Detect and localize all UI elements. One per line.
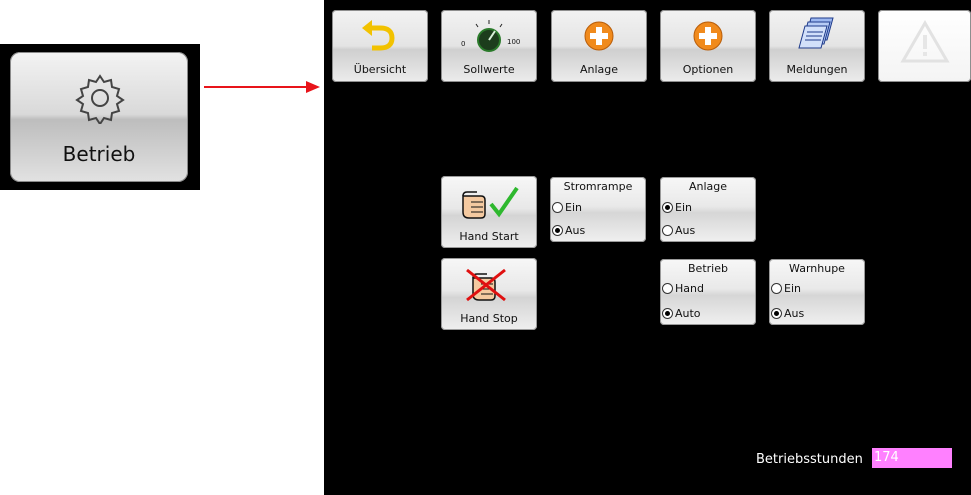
radio-on-icon[interactable] [771, 307, 782, 319]
option-label: Aus [675, 223, 696, 237]
betrieb-panel: Betrieb Hand Auto [660, 259, 756, 325]
anlage-option-aus[interactable]: Aus [662, 222, 695, 238]
hand-cross-icon [466, 268, 506, 302]
betrieb-label: Betrieb [62, 142, 136, 166]
betrieb-callout: Betrieb [0, 44, 200, 190]
radio-on-icon[interactable] [662, 307, 673, 319]
hand-start-label: Hand Start [459, 230, 519, 243]
option-label: Hand [675, 281, 704, 295]
arrow-right-icon [204, 81, 320, 93]
scale-min: 0 [461, 40, 466, 48]
hand-check-icon [462, 186, 519, 219]
overview-label: Übersicht [353, 63, 407, 76]
hand-stop-button[interactable]: Hand Stop [441, 258, 537, 330]
radio-on-icon[interactable] [552, 224, 563, 236]
options-button[interactable]: Optionen [660, 10, 756, 82]
betrieb-option-hand[interactable]: Hand [662, 280, 704, 296]
gear-icon [75, 74, 125, 124]
operating-hours-value: 174 [872, 448, 952, 468]
betrieb-button[interactable]: Betrieb [10, 52, 188, 182]
plant-button[interactable]: Anlage [551, 10, 647, 82]
option-label: Aus [565, 223, 586, 237]
radio-off-icon[interactable] [662, 224, 673, 236]
anlage-title: Anlage [688, 180, 728, 193]
betrieb-option-auto[interactable]: Auto [662, 305, 701, 321]
option-label: Ein [675, 200, 692, 214]
operating-hours-label: Betriebsstunden [756, 452, 863, 467]
back-arrow-icon [362, 20, 395, 51]
stromrampe-option-ein[interactable]: Ein [552, 199, 582, 215]
plus-circle-icon [584, 21, 614, 51]
toolbar: Übersicht 0 100 Sollwerte Anlage Optione… [324, 0, 971, 90]
warning-icon [900, 20, 950, 63]
setpoints-label: Sollwerte [463, 63, 515, 76]
option-label: Ein [565, 200, 582, 214]
options-label: Optionen [682, 63, 734, 76]
betrieb-title: Betrieb [688, 262, 728, 275]
hand-stop-label: Hand Stop [460, 312, 518, 325]
scale-max: 100 [507, 38, 521, 46]
option-label: Ein [784, 281, 801, 295]
messages-button[interactable]: Meldungen [769, 10, 865, 82]
stromrampe-panel: Stromrampe Ein Aus [550, 177, 646, 242]
hand-start-button[interactable]: Hand Start [441, 176, 537, 248]
radio-off-icon[interactable] [662, 282, 673, 294]
radio-off-icon[interactable] [771, 282, 782, 294]
documents-icon [798, 17, 834, 49]
option-label: Aus [784, 306, 805, 320]
stromrampe-option-aus[interactable]: Aus [552, 222, 585, 238]
plus-circle-icon [693, 21, 723, 51]
warnhupe-panel: Warnhupe Ein Aus [769, 259, 865, 325]
option-label: Auto [675, 306, 701, 320]
overview-button[interactable]: Übersicht [332, 10, 428, 82]
messages-label: Meldungen [786, 63, 848, 76]
plant-label: Anlage [579, 63, 619, 76]
hmi-screen: Übersicht 0 100 Sollwerte Anlage Optione… [324, 0, 971, 495]
setpoints-button[interactable]: 0 100 Sollwerte [441, 10, 537, 82]
warnhupe-title: Warnhupe [789, 262, 845, 275]
radio-off-icon[interactable] [552, 201, 563, 213]
warnhupe-option-ein[interactable]: Ein [771, 280, 801, 296]
stromrampe-title: Stromrampe [563, 180, 633, 193]
warning-button[interactable] [878, 10, 971, 82]
anlage-option-ein[interactable]: Ein [662, 199, 692, 215]
dial-knob-icon [475, 20, 503, 52]
radio-on-icon[interactable] [662, 201, 673, 213]
anlage-panel: Anlage Ein Aus [660, 177, 756, 242]
warnhupe-option-aus[interactable]: Aus [771, 305, 804, 321]
